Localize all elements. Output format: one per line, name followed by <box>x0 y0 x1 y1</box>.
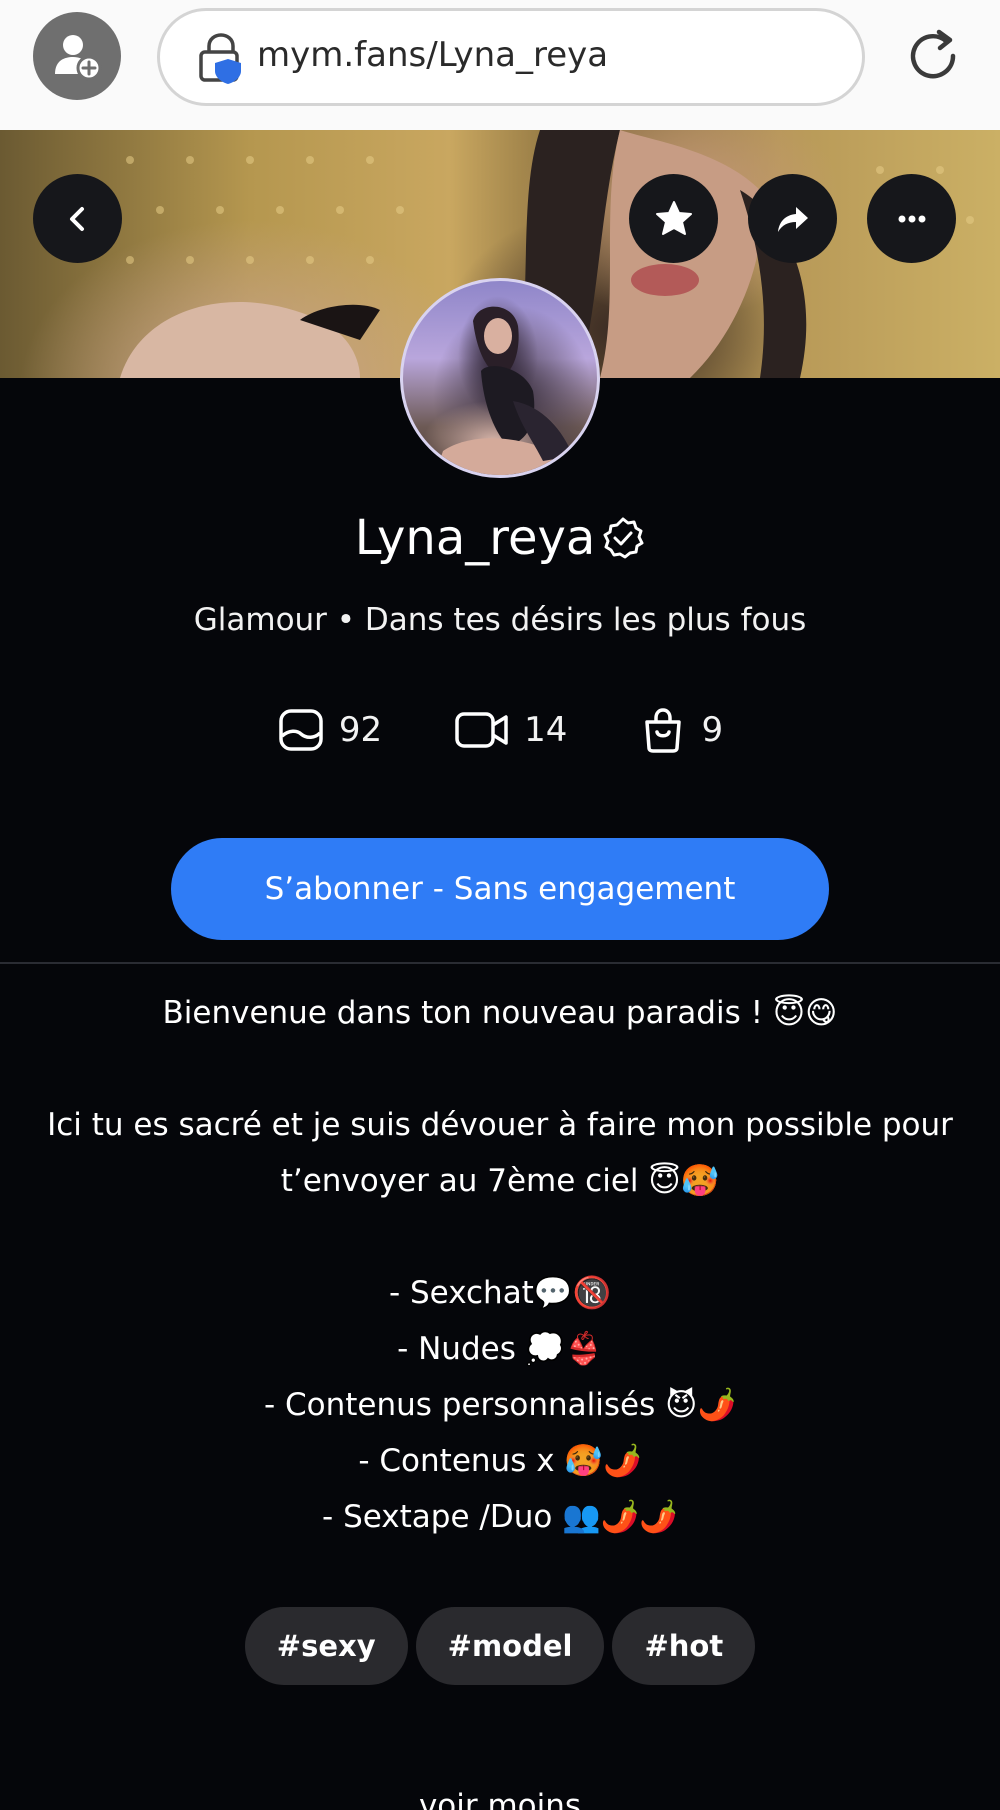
url-text: mym.fans/Lyna_reya <box>257 35 609 75</box>
reload-icon[interactable] <box>903 26 963 86</box>
stat-products-count: 9 <box>701 710 724 750</box>
stat-videos[interactable]: 14 <box>454 706 567 754</box>
bio-line: - Contenus personnalisés 😈🌶️ <box>263 1387 737 1423</box>
bio-line: - Contenus x 🥵🌶️ <box>358 1443 642 1479</box>
divider <box>0 962 1000 964</box>
share-button[interactable] <box>748 174 837 263</box>
tag-chip[interactable]: #hot <box>612 1607 756 1685</box>
see-less-link[interactable]: voir moins <box>0 1788 1000 1810</box>
profile-stats: 92 14 9 <box>0 706 1000 754</box>
bio-line: Bienvenue dans ton nouveau paradis ! 😇😋 <box>162 995 838 1031</box>
more-options-button[interactable] <box>867 174 956 263</box>
profile-name: Lyna_reya <box>354 510 596 566</box>
tag-chip[interactable]: #sexy <box>244 1607 408 1685</box>
browser-toolbar: mym.fans/Lyna_reya <box>0 0 1000 130</box>
back-button[interactable] <box>33 174 122 263</box>
profile-avatar[interactable] <box>400 278 600 478</box>
address-bar[interactable]: mym.fans/Lyna_reya <box>157 8 865 106</box>
profile-tagline: Glamour • Dans tes désirs les plus fous <box>193 602 807 638</box>
stat-products[interactable]: 9 <box>639 706 723 754</box>
subscribe-button[interactable]: S’abonner - Sans engagement <box>171 838 829 940</box>
site-security-icon <box>199 33 241 84</box>
bio-line <box>40 1041 960 1097</box>
profile-name-row: Lyna_reya <box>0 510 1000 566</box>
avatar-image <box>435 306 573 475</box>
profile-bio: Bienvenue dans ton nouveau paradis ! 😇😋 … <box>40 985 960 1545</box>
bio-line: - Sexchat💬🔞 <box>388 1275 612 1311</box>
verified-badge-icon <box>603 517 644 559</box>
tag-list: #sexy #model #hot <box>0 1607 1000 1685</box>
bio-line: - Sextape /Duo 👥🌶️🌶️ <box>322 1499 678 1535</box>
bio-line: - Nudes 💭👙 <box>397 1331 603 1367</box>
favorite-button[interactable] <box>629 174 718 263</box>
stat-videos-count: 14 <box>524 710 568 750</box>
shopping-bag-icon <box>645 708 682 753</box>
chevron-left-icon <box>69 206 84 231</box>
stat-photos-count: 92 <box>338 710 383 750</box>
image-icon <box>279 709 323 751</box>
user-add-icon <box>55 35 102 81</box>
ellipsis-icon <box>898 215 925 222</box>
bio-line <box>40 1209 960 1265</box>
share-arrow-icon <box>777 206 808 232</box>
stat-photos[interactable]: 92 <box>277 706 382 754</box>
star-icon <box>655 200 692 235</box>
video-icon <box>455 712 508 748</box>
tag-chip[interactable]: #model <box>415 1607 605 1685</box>
browser-profile-button[interactable] <box>33 12 121 100</box>
bio-line: Ici tu es sacré et je suis dévouer à fai… <box>47 1107 953 1199</box>
